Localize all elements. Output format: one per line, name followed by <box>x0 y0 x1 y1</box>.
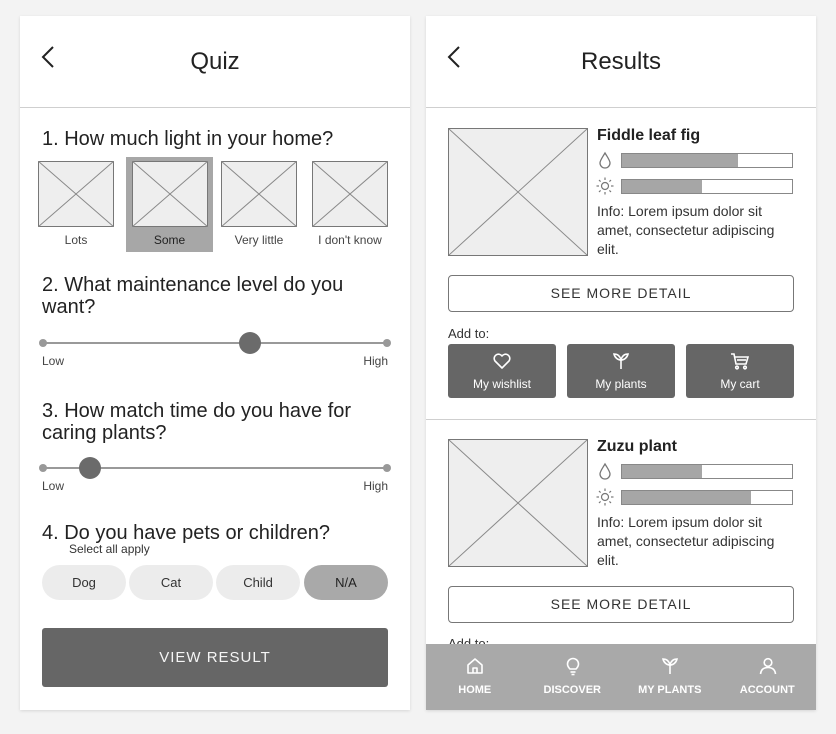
slider-min-label: Low <box>42 354 65 368</box>
light-need-bar <box>621 179 793 194</box>
sun-icon <box>596 177 614 195</box>
add-to-cart-button[interactable]: My cart <box>686 344 794 398</box>
action-label: My plants <box>595 377 647 391</box>
lightbulb-icon <box>566 657 579 676</box>
card-divider <box>426 419 816 420</box>
option-label: Very little <box>234 233 284 247</box>
tab-account[interactable]: ACCOUNT <box>719 644 817 710</box>
tab-label: HOME <box>458 684 492 696</box>
slider-track <box>42 342 388 344</box>
question-2: 2. What maintenance level do you want? <box>42 274 344 318</box>
action-label: My cart <box>720 377 760 391</box>
page-title: Results <box>580 48 662 75</box>
light-need-bar <box>621 490 793 505</box>
option-label: Lots <box>64 233 88 247</box>
water-need-fill <box>622 465 702 478</box>
water-drop-icon <box>599 462 611 480</box>
plant-image-placeholder <box>448 128 588 256</box>
sun-icon <box>596 488 614 506</box>
plant-info: Info: Lorem ipsum dolor sit amet, consec… <box>597 514 775 568</box>
option-label: I don't know <box>318 233 382 247</box>
water-need-bar <box>621 153 793 168</box>
quiz-screen: Quiz 1. How much light in your home? Lot… <box>20 16 410 710</box>
light-need-fill <box>622 491 752 504</box>
light-need-fill <box>622 180 702 193</box>
question-4: 4. Do you have pets or children? <box>42 522 330 544</box>
light-option-lots[interactable]: Lots <box>38 157 114 252</box>
results-header: Results <box>426 16 816 108</box>
plant-info: Info: Lorem ipsum dolor sit amet, consec… <box>597 203 775 257</box>
quiz-header: Quiz <box>20 16 410 108</box>
add-to-wishlist-button[interactable]: My wishlist <box>448 344 556 398</box>
slider-knob[interactable] <box>238 332 261 354</box>
tab-discover[interactable]: DISCOVER <box>524 644 622 710</box>
pet-option-dog[interactable]: Dog <box>42 565 126 600</box>
pet-option-na[interactable]: N/A <box>304 565 388 600</box>
tab-my-plants[interactable]: MY PLANTS <box>621 644 719 710</box>
option-label: Some <box>153 233 186 247</box>
heart-icon <box>493 353 511 369</box>
sprout-icon <box>661 658 679 674</box>
plant-image-placeholder <box>448 439 588 567</box>
image-placeholder <box>38 161 114 227</box>
slider-min-dot <box>39 339 47 347</box>
light-option-some[interactable]: Some <box>126 157 213 252</box>
care-time-slider[interactable]: Low High <box>39 457 391 497</box>
water-need-bar <box>621 464 793 479</box>
maintenance-slider[interactable]: Low High <box>39 332 391 372</box>
question-4-hint: Select all apply <box>69 542 150 556</box>
pet-option-cat[interactable]: Cat <box>129 565 213 600</box>
pet-option-child[interactable]: Child <box>216 565 300 600</box>
add-to-my-plants-button[interactable]: My plants <box>567 344 675 398</box>
view-result-button[interactable]: VIEW RESULT <box>42 628 388 687</box>
user-icon <box>759 657 776 675</box>
home-icon <box>467 658 483 674</box>
light-option-dont-know[interactable]: I don't know <box>308 157 392 252</box>
light-option-very-little[interactable]: Very little <box>219 157 299 252</box>
results-screen: Results Fiddle leaf fig Info: Lorem ipsu… <box>426 16 816 710</box>
question-1: 1. How much light in your home? <box>42 128 334 150</box>
sprout-icon <box>612 353 630 369</box>
slider-max-label: High <box>363 354 388 368</box>
tab-label: MY PLANTS <box>638 684 702 696</box>
tab-label: DISCOVER <box>543 684 601 696</box>
slider-max-label: High <box>363 479 388 493</box>
question-3: 3. How match time do you have for caring… <box>42 400 352 444</box>
see-more-detail-button[interactable]: SEE MORE DETAIL <box>448 275 794 312</box>
tab-label: ACCOUNT <box>739 684 795 696</box>
action-label: My wishlist <box>472 377 531 391</box>
page-title: Quiz <box>190 48 240 75</box>
plant-name: Fiddle leaf fig <box>597 127 701 144</box>
see-more-detail-button[interactable]: SEE MORE DETAIL <box>448 586 794 623</box>
slider-min-label: Low <box>42 479 65 493</box>
cart-icon <box>731 353 750 370</box>
slider-min-dot <box>39 464 47 472</box>
image-placeholder <box>131 161 208 227</box>
water-drop-icon <box>599 151 611 169</box>
tab-home[interactable]: HOME <box>426 644 524 710</box>
water-need-fill <box>622 154 738 167</box>
bottom-tab-bar: HOME DISCOVER MY PLANTS ACCOUNT <box>426 644 816 710</box>
slider-max-dot <box>383 339 391 347</box>
slider-max-dot <box>383 464 391 472</box>
image-placeholder <box>312 161 388 227</box>
add-to-label: Add to: <box>448 326 490 341</box>
image-placeholder <box>221 161 297 227</box>
plant-name: Zuzu plant <box>597 438 677 455</box>
slider-knob[interactable] <box>79 457 102 479</box>
